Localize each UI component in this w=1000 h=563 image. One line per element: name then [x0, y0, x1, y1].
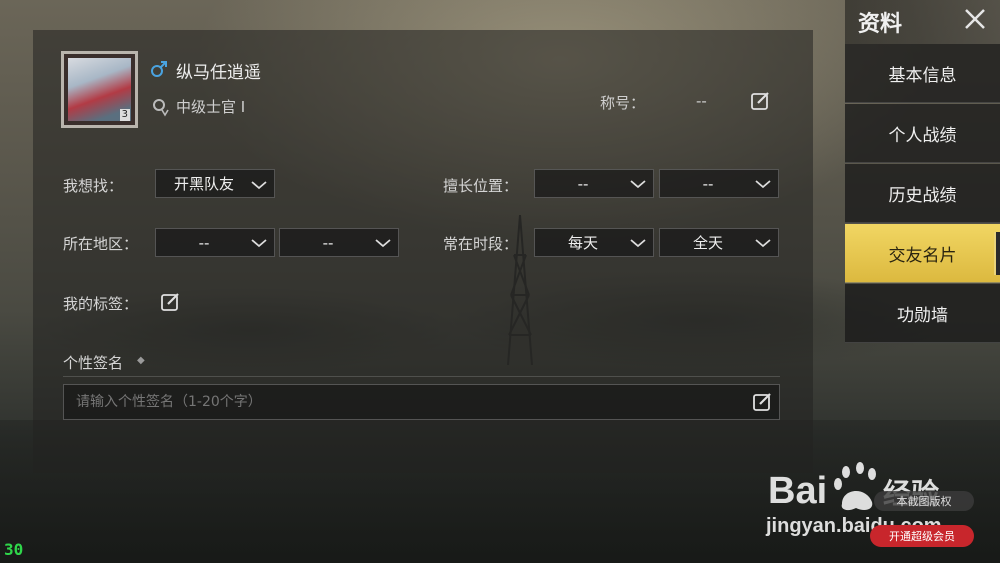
region-label: 所在地区： — [63, 235, 139, 253]
region-value-2: -- — [322, 233, 334, 252]
chevron-down-icon — [251, 181, 267, 190]
player-name: 纵马任逍遥 — [176, 63, 261, 83]
chevron-down-icon — [630, 180, 646, 189]
time-dropdown-2[interactable]: 全天 — [659, 228, 779, 257]
signature-required-dot: ◆ — [137, 355, 145, 366]
avatar-image: 3 — [68, 58, 131, 121]
fps-counter: 30 — [4, 540, 24, 559]
title-label: 称号： — [600, 94, 646, 112]
looking-for-dropdown[interactable]: 开黑队友 — [155, 169, 275, 198]
position-dropdown-1[interactable]: -- — [534, 169, 654, 198]
menu-item-personal-record[interactable]: 个人战绩 — [845, 104, 1000, 163]
close-icon[interactable] — [957, 4, 993, 34]
menu-item-match-history[interactable]: 历史战绩 — [845, 164, 1000, 223]
signature-input[interactable] — [63, 384, 780, 420]
looking-for-value: 开黑队友 — [173, 175, 234, 193]
rank-text: 中级士官 I — [176, 98, 246, 116]
menu-item-basic-info[interactable]: 基本信息 — [845, 44, 1000, 103]
signature-label: 个性签名 — [63, 354, 124, 372]
edit-signature-icon[interactable] — [752, 392, 772, 412]
chevron-down-icon — [375, 239, 391, 248]
region-dropdown-1[interactable]: -- — [155, 228, 275, 257]
avatar-level-badge: 3 — [119, 109, 130, 121]
menu-title: 资料 — [858, 12, 903, 37]
menu-item-merit-wall[interactable]: 功勋墙 — [845, 284, 1000, 343]
svg-text:Bai: Bai — [768, 470, 827, 512]
position-value-1: -- — [577, 174, 589, 193]
title-value: -- — [696, 92, 707, 110]
position-value-2: -- — [702, 174, 714, 193]
edit-title-icon[interactable] — [750, 91, 770, 111]
time-dropdown-1[interactable]: 每天 — [534, 228, 654, 257]
male-icon — [151, 61, 167, 77]
position-label: 擅长位置： — [443, 177, 519, 195]
edit-tags-icon[interactable] — [160, 292, 180, 312]
chevron-down-icon — [755, 180, 771, 189]
divider — [63, 376, 780, 377]
menu-item-friend-card[interactable]: 交友名片 — [845, 224, 1000, 283]
tags-label: 我的标签： — [63, 295, 139, 313]
time-value-1: 每天 — [567, 234, 598, 252]
region-dropdown-2[interactable]: -- — [279, 228, 399, 257]
avatar[interactable]: 3 — [61, 51, 138, 128]
position-dropdown-2[interactable]: -- — [659, 169, 779, 198]
watermark-pill: 本截图版权 — [874, 491, 974, 511]
looking-for-label: 我想找： — [63, 177, 124, 195]
rank-insignia-icon — [153, 99, 169, 117]
chevron-down-icon — [251, 239, 267, 248]
time-value-2: 全天 — [692, 234, 723, 252]
region-value-1: -- — [198, 233, 210, 252]
side-menu: 基本信息 个人战绩 历史战绩 交友名片 功勋墙 — [845, 44, 1000, 344]
time-label: 常在时段： — [443, 235, 519, 253]
chevron-down-icon — [630, 239, 646, 248]
chevron-down-icon — [755, 239, 771, 248]
vip-pill: 开通超级会员 — [870, 525, 974, 547]
